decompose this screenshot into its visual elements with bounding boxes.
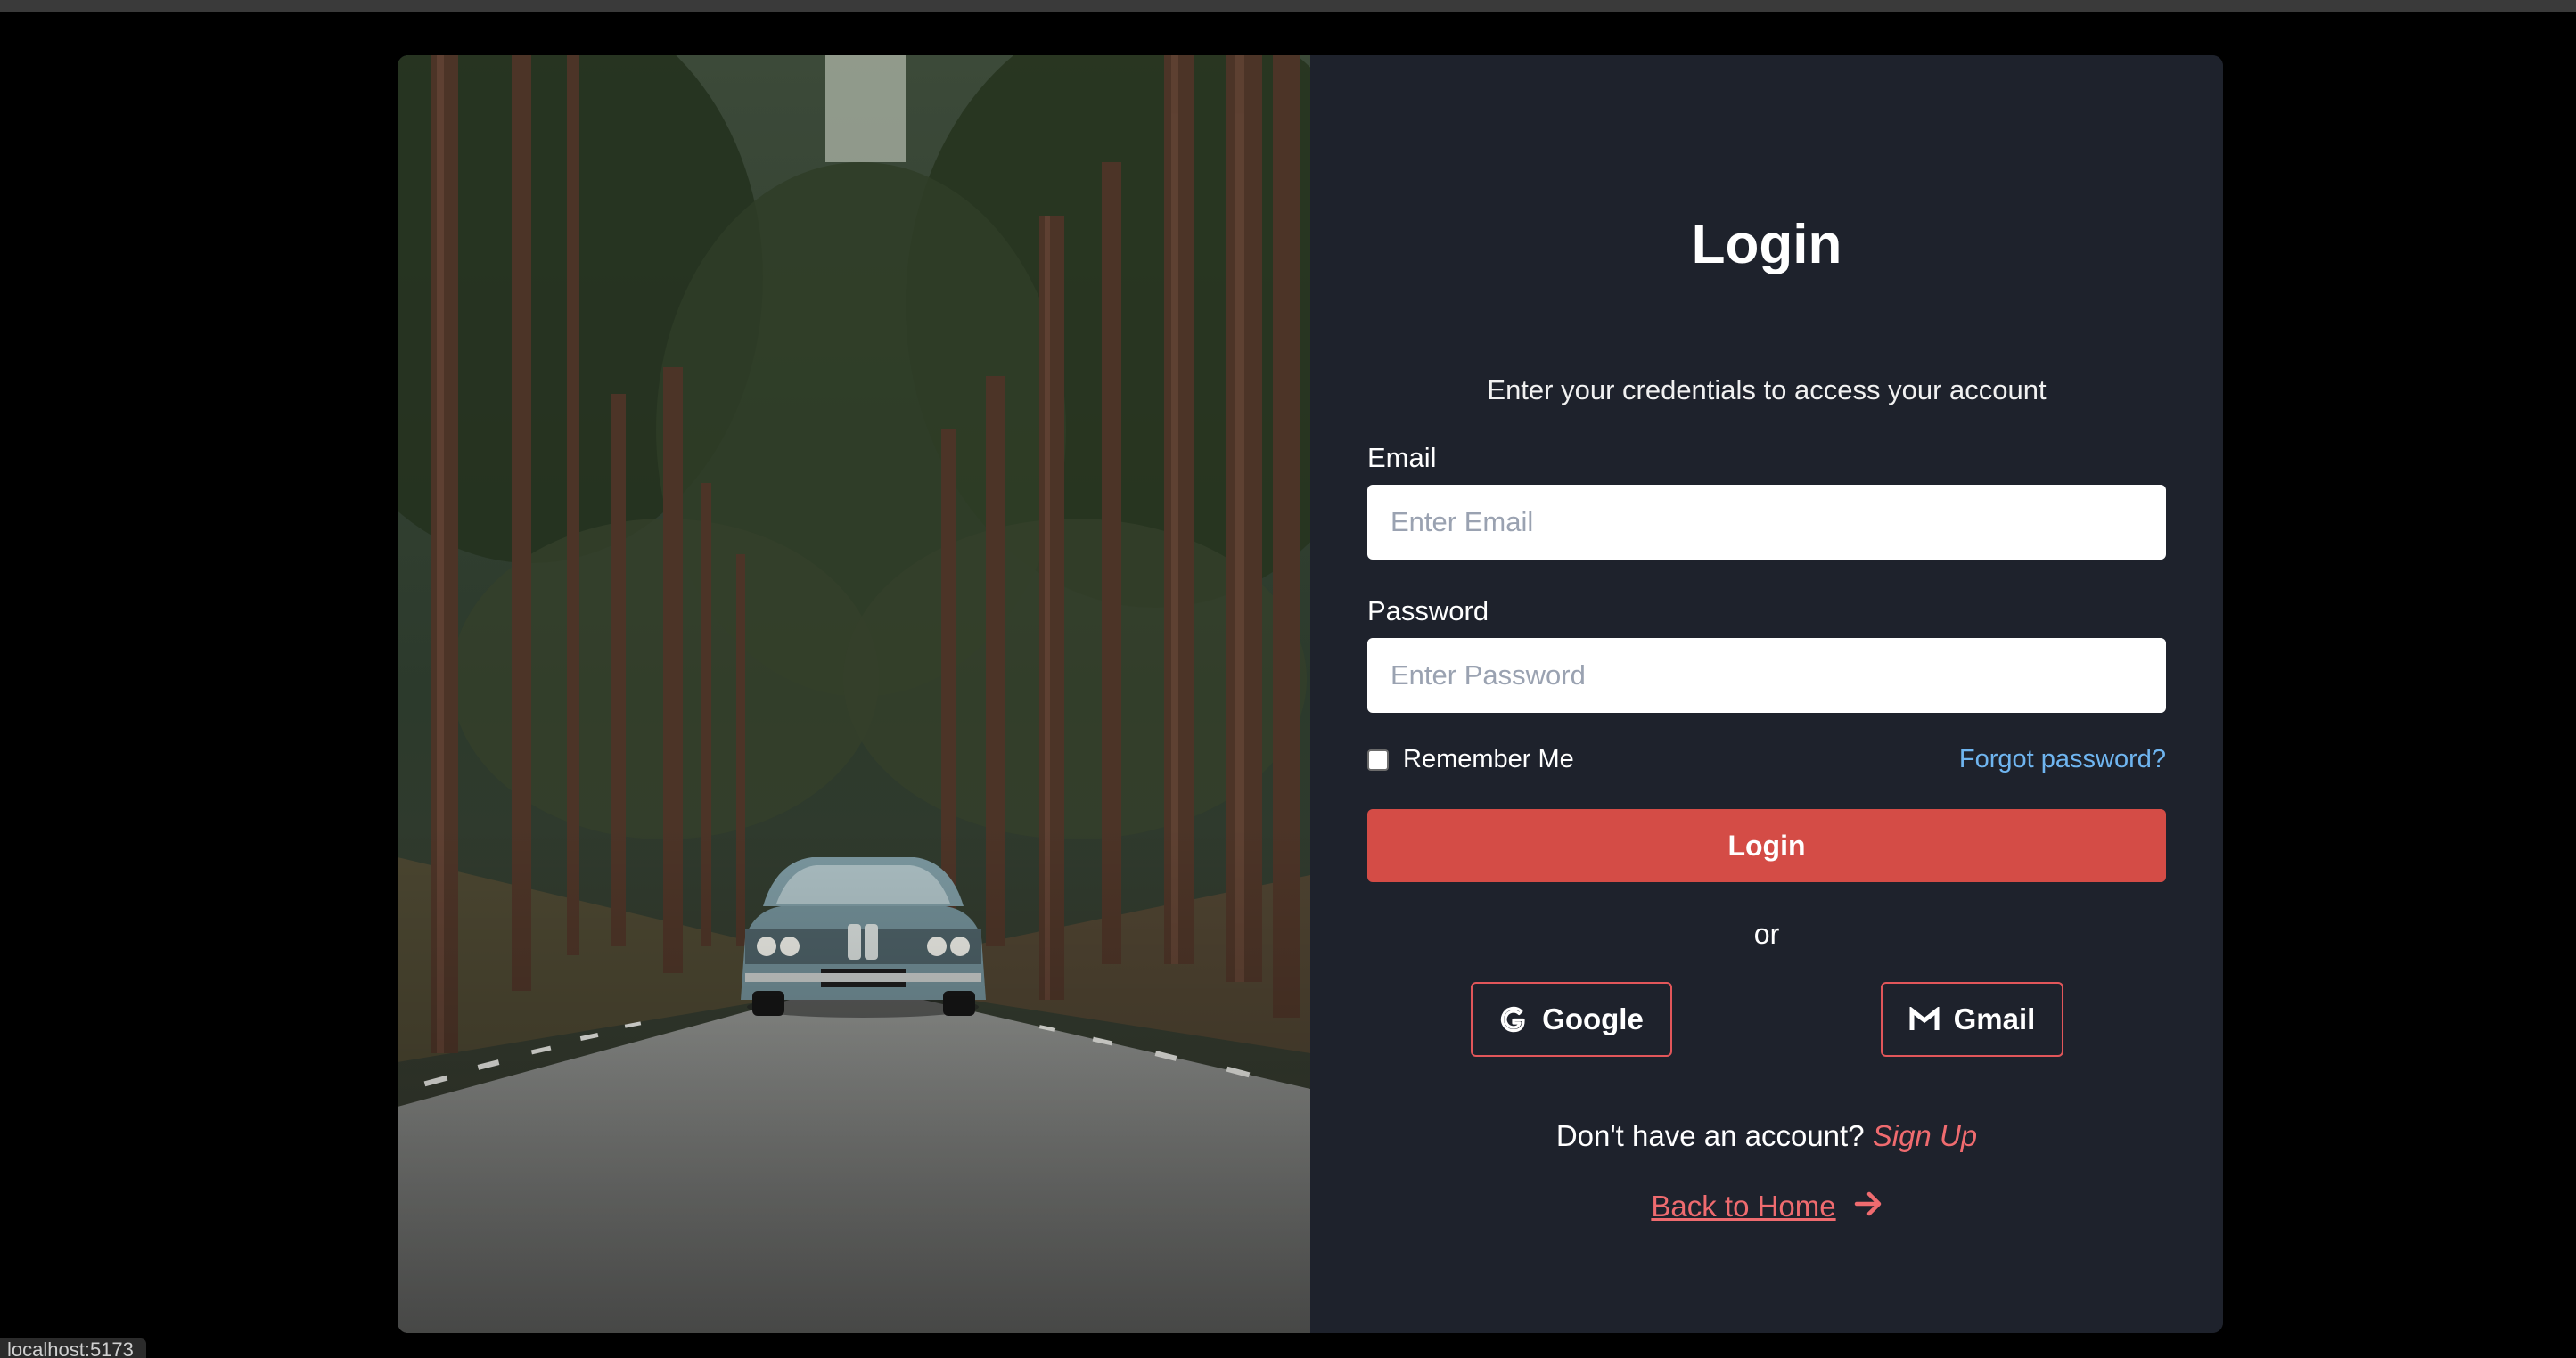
gmail-login-button[interactable]: Gmail	[1881, 982, 2063, 1057]
google-g-icon	[1499, 1005, 1528, 1034]
google-button-label: Google	[1542, 1002, 1644, 1035]
email-label: Email	[1367, 442, 1437, 473]
gmail-m-icon	[1909, 1007, 1940, 1032]
password-input[interactable]	[1367, 638, 2166, 713]
page-subtitle: Enter your credentials to access your ac…	[1487, 374, 2047, 405]
or-divider: or	[1753, 918, 1780, 950]
arrow-right-icon	[1854, 1190, 1883, 1222]
signup-prompt-text: Don't have an account?	[1555, 1119, 1865, 1152]
login-card: Login Enter your credentials to access y…	[398, 55, 2223, 1333]
remember-me-label[interactable]: Remember Me	[1403, 747, 1574, 773]
login-panel: Login Enter your credentials to access y…	[1310, 55, 2223, 1333]
hero-photo-car-forest-road	[398, 55, 1310, 1333]
back-to-home-link[interactable]: Back to Home	[1651, 1191, 1835, 1221]
signup-prompt: Don't have an account? Sign Up	[1367, 1121, 2166, 1150]
remember-me-checkbox[interactable]	[1367, 749, 1389, 771]
forgot-password-link[interactable]: Forgot password?	[1959, 747, 2166, 773]
browser-status-url: localhost:5173	[0, 1338, 146, 1358]
gmail-button-label: Gmail	[1953, 1002, 2036, 1035]
remember-me-row: Remember Me	[1367, 747, 1574, 773]
page-title: Login	[1691, 214, 1842, 275]
back-to-home-row[interactable]: Back to Home	[1367, 1190, 2166, 1222]
login-button[interactable]: Login	[1367, 809, 2166, 882]
password-label: Password	[1367, 595, 1489, 626]
browser-top-strip	[0, 0, 2576, 12]
signup-link[interactable]: Sign Up	[1873, 1119, 1977, 1152]
google-login-button[interactable]: Google	[1471, 982, 1672, 1057]
email-input[interactable]	[1367, 485, 2166, 560]
